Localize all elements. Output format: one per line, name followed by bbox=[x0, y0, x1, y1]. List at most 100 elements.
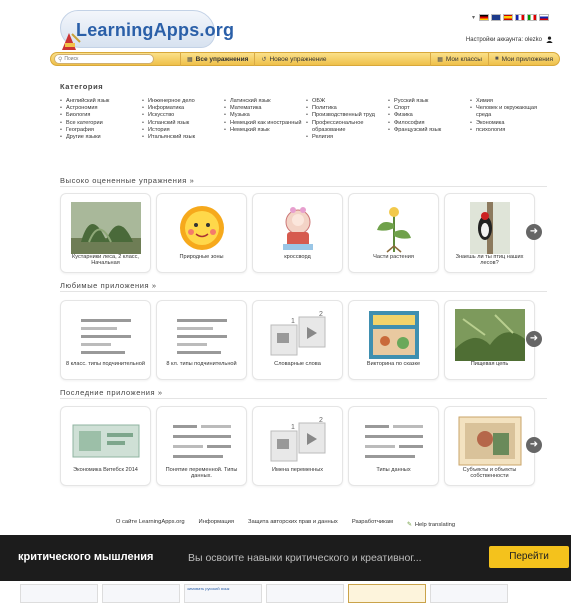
strip-thumbnail[interactable]: зимовать русский язык bbox=[184, 584, 262, 603]
strip-thumbnail-text bbox=[103, 585, 179, 587]
category-link[interactable]: Спорт bbox=[388, 105, 470, 112]
nav-all-exercises[interactable]: ▦ Все упражнения bbox=[180, 52, 254, 66]
language-dropdown-icon[interactable]: ▾ bbox=[472, 14, 475, 21]
footer-info-link[interactable]: Информация bbox=[199, 519, 235, 531]
app-card[interactable]: кроссворд bbox=[252, 193, 343, 273]
app-card[interactable]: 8 класс. типы подчинительной bbox=[60, 300, 151, 380]
banner-go-button[interactable]: Перейти bbox=[489, 546, 569, 568]
search-input[interactable] bbox=[64, 56, 145, 62]
footer-developers-link[interactable]: Разработчикам bbox=[352, 519, 393, 531]
category-column: Латинский языкМатематикаМузыкаНемецкий к… bbox=[224, 98, 306, 141]
category-link[interactable]: Английский язык bbox=[60, 98, 142, 105]
next-arrow-icon[interactable]: ➜ bbox=[526, 437, 542, 453]
nav-new-exercise-label[interactable]: Новое упражнение bbox=[269, 56, 326, 63]
app-card[interactable]: Экономика Витебск 2014 bbox=[60, 406, 151, 486]
category-link[interactable]: ОБЖ bbox=[306, 98, 388, 105]
app-card[interactable]: Пищевая цепь bbox=[444, 300, 535, 380]
card-label: Понятие переменной. Типы данных. bbox=[165, 467, 238, 480]
language-flags[interactable]: ▾ bbox=[472, 14, 549, 21]
recent-link[interactable]: Последние приложения » bbox=[60, 388, 163, 397]
nav-new-exercise[interactable]: ↺ Новое упражнение bbox=[254, 52, 332, 66]
next-arrow-icon[interactable]: ➜ bbox=[526, 224, 542, 240]
account-settings-label[interactable]: Настройки аккаунта: olezko bbox=[466, 37, 542, 43]
flag-spain-icon[interactable] bbox=[503, 14, 513, 21]
app-card[interactable]: Субъекты и объекты собственности bbox=[444, 406, 535, 486]
app-card[interactable]: Понятие переменной. Типы данных. bbox=[156, 406, 247, 486]
category-link[interactable]: Испанский язык bbox=[142, 120, 224, 127]
category-link[interactable]: психология bbox=[470, 127, 552, 134]
category-link[interactable]: Музыка bbox=[224, 112, 306, 119]
card-label: Пищевая цепь bbox=[470, 361, 509, 367]
app-card[interactable]: 1 2 Имена переменных bbox=[252, 406, 343, 486]
footer-translate-label[interactable]: Help translating bbox=[415, 522, 455, 528]
nav-all-exercises-label[interactable]: Все упражнения bbox=[196, 56, 249, 63]
flag-germany-icon[interactable] bbox=[479, 14, 489, 21]
category-link[interactable]: История bbox=[142, 127, 224, 134]
category-link[interactable]: Французский язык bbox=[388, 127, 470, 134]
top-rated-link[interactable]: Высоко оцененные упражнения » bbox=[60, 176, 194, 185]
category-link[interactable]: География bbox=[60, 127, 142, 134]
category-link[interactable]: Химия bbox=[470, 98, 552, 105]
card-thumbnail-blanks bbox=[365, 425, 423, 458]
category-link[interactable]: Немецкий язык bbox=[224, 127, 306, 134]
category-link[interactable]: Астрономия bbox=[60, 105, 142, 112]
app-card[interactable]: Знаешь ли ты птиц наших лесов? bbox=[444, 193, 535, 273]
site-logo[interactable]: LearningApps.org bbox=[60, 10, 234, 50]
category-link[interactable]: Биология bbox=[60, 112, 142, 119]
category-link[interactable]: Экономика bbox=[470, 120, 552, 127]
category-link[interactable]: Искусство bbox=[142, 112, 224, 119]
nav-my-apps[interactable]: ■ Мои приложения bbox=[487, 52, 559, 66]
category-link[interactable]: Латинский язык bbox=[224, 98, 306, 105]
app-card[interactable]: Кустарники леса, 2 класс, Начальная bbox=[60, 193, 151, 273]
category-link[interactable]: Религия bbox=[306, 134, 388, 141]
app-card[interactable]: Викторина по сказке bbox=[348, 300, 439, 380]
app-card[interactable]: Части растения bbox=[348, 193, 439, 273]
category-link[interactable]: Производственный труд bbox=[306, 112, 388, 119]
card-thumbnail-food-chain bbox=[455, 309, 525, 361]
category-column: ХимияЧеловек и окружающая средаЭкономика… bbox=[470, 98, 552, 141]
category-link[interactable]: Информатика bbox=[142, 105, 224, 112]
strip-thumbnail[interactable] bbox=[20, 584, 98, 603]
footer-about-link[interactable]: О сайте LearningApps.org bbox=[116, 519, 185, 531]
svg-text:1: 1 bbox=[291, 318, 295, 325]
category-link[interactable]: Итальянский язык bbox=[142, 134, 224, 141]
account-settings[interactable]: Настройки аккаунта: olezko bbox=[466, 36, 553, 43]
category-link[interactable]: Философия bbox=[388, 120, 470, 127]
card-thumbnail-bird bbox=[470, 202, 510, 254]
footer-copyright-link[interactable]: Защита авторских прав и данных bbox=[248, 519, 338, 531]
flag-france-icon[interactable] bbox=[515, 14, 525, 21]
strip-thumbnail[interactable] bbox=[430, 584, 508, 603]
app-card[interactable]: Природные зоны bbox=[156, 193, 247, 273]
category-link[interactable]: Инженерное дело bbox=[142, 98, 224, 105]
category-link[interactable]: Русский язык bbox=[388, 98, 470, 105]
flag-italy-icon[interactable] bbox=[527, 14, 537, 21]
card-thumbnail-numbered-cards: 1 2 bbox=[270, 417, 326, 462]
strip-thumbnail[interactable] bbox=[266, 584, 344, 603]
category-link[interactable]: Физика bbox=[388, 112, 470, 119]
category-list: ОБЖПолитикаПроизводственный трудПрофесси… bbox=[306, 98, 388, 141]
nav-my-apps-label[interactable]: Мои приложения bbox=[502, 56, 553, 63]
search-box[interactable]: ⚲ bbox=[54, 54, 154, 64]
app-card[interactable]: Типы данных bbox=[348, 406, 439, 486]
category-link[interactable]: Другие языки bbox=[60, 134, 142, 141]
app-card[interactable]: 8 кл. типы подчинительной bbox=[156, 300, 247, 380]
flag-uk-icon[interactable] bbox=[491, 14, 501, 21]
card-label: Субъекты и объекты собственности bbox=[462, 467, 517, 480]
strip-thumbnail[interactable] bbox=[102, 584, 180, 603]
card-label: Викторина по сказке bbox=[366, 361, 421, 367]
next-arrow-icon[interactable]: ➜ bbox=[526, 331, 542, 347]
footer-translate-link[interactable]: ✎ Help translating bbox=[407, 519, 455, 531]
category-link[interactable]: Человек и окружающая среда bbox=[470, 105, 552, 119]
category-link[interactable]: Все категории bbox=[60, 120, 142, 127]
category-link[interactable]: Математика bbox=[224, 105, 306, 112]
strip-thumbnail-selected[interactable] bbox=[348, 584, 426, 603]
nav-my-classes[interactable]: ▦ Мои классы bbox=[430, 52, 488, 66]
category-link[interactable]: Профессиональное образование bbox=[306, 120, 388, 134]
card-label: Словарные слова bbox=[274, 361, 321, 367]
category-column: Английский языкАстрономияБиологияВсе кат… bbox=[60, 98, 142, 141]
category-link[interactable]: Немецкий как иностранный bbox=[224, 120, 306, 127]
flag-russia-icon[interactable] bbox=[539, 14, 549, 21]
favorites-link[interactable]: Любимые приложения » bbox=[60, 281, 157, 290]
app-card[interactable]: 1 2 Словарные слова bbox=[252, 300, 343, 380]
nav-my-classes-label[interactable]: Мои классы bbox=[446, 56, 482, 63]
